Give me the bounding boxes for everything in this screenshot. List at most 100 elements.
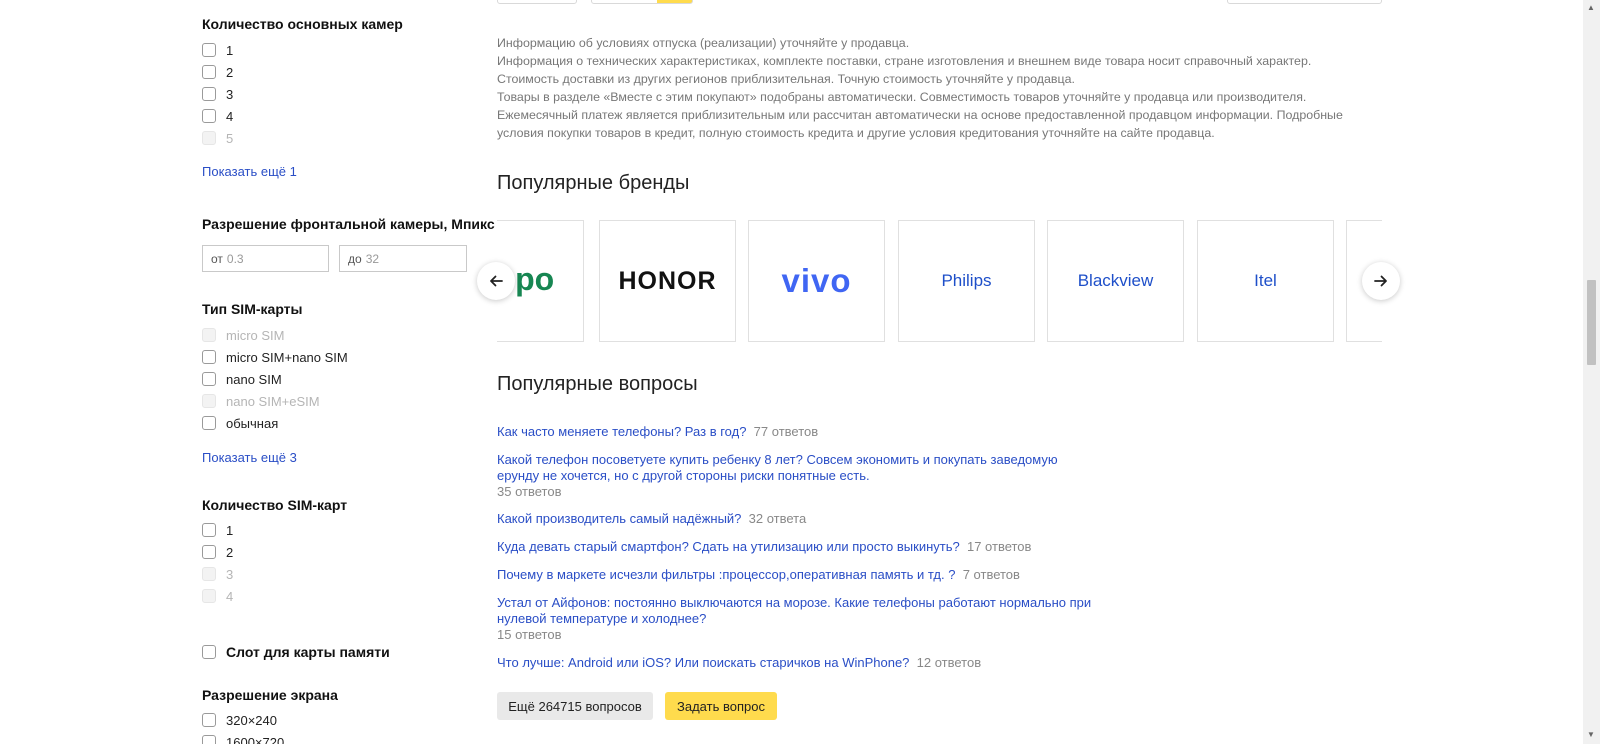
- checkbox-label: 4: [226, 108, 234, 124]
- checkbox-sim-regular[interactable]: обычная: [202, 413, 278, 433]
- checkbox-sim-count-2[interactable]: 2: [202, 542, 233, 562]
- scroll-up-icon[interactable]: ▲: [1587, 4, 1595, 12]
- brands-carousel: oppo HONOR vivo Philips Blackview Itel: [497, 220, 1382, 342]
- answers-count: 35 ответов: [497, 484, 562, 499]
- answers-count: 15 ответов: [497, 627, 562, 642]
- brand-card-itel[interactable]: Itel: [1197, 220, 1334, 342]
- brand-card-vivo[interactable]: vivo: [748, 220, 885, 342]
- question-link[interactable]: Что лучше: Android или iOS? Или поискать…: [497, 655, 909, 670]
- more-questions-button[interactable]: Ещё 264715 вопросов: [497, 692, 653, 720]
- checkbox-sim-nano[interactable]: nano SIM: [202, 369, 282, 389]
- top-control-right[interactable]: [1227, 0, 1382, 4]
- carousel-next-button[interactable]: [1362, 262, 1400, 300]
- checkbox-box[interactable]: [202, 87, 216, 101]
- checkbox-label: 3: [226, 566, 234, 582]
- checkbox-main-cameras-3[interactable]: 3: [202, 84, 233, 104]
- page-scrollbar[interactable]: ▲ ▼: [1583, 0, 1600, 744]
- question-link-continued[interactable]: ерунду не хочется, но с другой стороны р…: [497, 468, 1058, 484]
- question-link[interactable]: Устал от Айфонов: постоянно выключаются …: [497, 595, 1091, 611]
- checkbox-main-cameras-5: 5: [202, 128, 233, 148]
- checkbox-label: 320×240: [226, 712, 277, 728]
- popular-questions-title: Популярные вопросы: [497, 373, 698, 395]
- brand-card-honor[interactable]: HONOR: [599, 220, 736, 342]
- front-camera-to-input[interactable]: до 32: [339, 245, 467, 272]
- checkbox-label: 4: [226, 588, 234, 604]
- checkbox-label: micro SIM: [226, 327, 285, 343]
- checkbox-box[interactable]: [202, 523, 216, 537]
- checkbox-box[interactable]: [202, 713, 216, 727]
- filter-title-sim-type: Тип SIM-карты: [202, 301, 303, 317]
- checkbox-box: [202, 328, 216, 342]
- brand-logo-honor: HONOR: [618, 266, 717, 295]
- checkbox-main-cameras-2[interactable]: 2: [202, 62, 233, 82]
- checkbox-box[interactable]: [202, 43, 216, 57]
- checkbox-main-cameras-1[interactable]: 1: [202, 40, 233, 60]
- checkbox-box: [202, 589, 216, 603]
- checkbox-main-cameras-4[interactable]: 4: [202, 106, 233, 126]
- checkbox-sim-nano-esim: nano SIM+eSIM: [202, 391, 320, 411]
- scrollbar-thumb[interactable]: [1587, 280, 1596, 365]
- front-camera-from-input[interactable]: от 0.3: [202, 245, 329, 272]
- ask-question-button[interactable]: Задать вопрос: [665, 692, 777, 720]
- checkbox-box[interactable]: [202, 735, 216, 744]
- question-link[interactable]: Почему в маркете исчезли фильтры :процес…: [497, 567, 955, 582]
- checkbox-box[interactable]: [202, 372, 216, 386]
- checkbox-label: обычная: [226, 415, 279, 431]
- question-item: Почему в маркете исчезли фильтры :процес…: [497, 567, 1020, 583]
- checkbox-label: Слот для карты памяти: [226, 644, 390, 660]
- disclaimer-line: Товары в разделе «Вместе с этим покупают…: [497, 90, 1307, 104]
- checkbox-box[interactable]: [202, 545, 216, 559]
- checkbox-box[interactable]: [202, 65, 216, 79]
- checkbox-sim-count-3: 3: [202, 564, 233, 584]
- checkbox-sim-micro: micro SIM: [202, 325, 285, 345]
- checkbox-box[interactable]: [202, 350, 216, 364]
- brand-card-philips[interactable]: Philips: [898, 220, 1035, 342]
- range-prefix: от: [211, 251, 223, 266]
- show-more-sim-type-link[interactable]: Показать ещё 3: [202, 450, 297, 465]
- brand-name: Blackview: [1077, 271, 1154, 290]
- brand-card-blackview[interactable]: Blackview: [1047, 220, 1184, 342]
- checkbox-box: [202, 567, 216, 581]
- disclaimer-line: Информация о технических характеристиках…: [497, 54, 1312, 68]
- checkbox-sim-count-4: 4: [202, 586, 233, 606]
- question-item: Как часто меняете телефоны? Раз в год? 7…: [497, 424, 818, 440]
- top-control-left[interactable]: [497, 0, 577, 4]
- checkbox-sim-count-1[interactable]: 1: [202, 520, 233, 540]
- answers-count: 17 ответов: [966, 539, 1032, 554]
- checkbox-label: 1: [226, 522, 234, 538]
- checkbox-box[interactable]: [202, 109, 216, 123]
- checkbox-label: 1600×720: [226, 734, 285, 744]
- checkbox-resolution-320x240[interactable]: 320×240: [202, 710, 277, 730]
- answers-count: 7 ответов: [962, 567, 1020, 582]
- show-more-main-cameras-link[interactable]: Показать ещё 1: [202, 164, 297, 179]
- legal-disclaimer: Информацию об условиях отпуска (реализац…: [497, 34, 1387, 142]
- filter-title-screen-resolution: Разрешение экрана: [202, 687, 338, 703]
- pagination-control[interactable]: [591, 0, 693, 4]
- checkbox-label: nano SIM+eSIM: [226, 393, 320, 409]
- filter-title-main-cameras: Количество основных камер: [202, 16, 403, 32]
- answers-count: 32 ответа: [748, 511, 807, 526]
- scroll-down-icon[interactable]: ▼: [1587, 731, 1595, 739]
- checkbox-box[interactable]: [202, 416, 216, 430]
- checkbox-sim-micro-nano[interactable]: micro SIM+nano SIM: [202, 347, 348, 367]
- arrow-right-icon: [1374, 275, 1387, 287]
- question-link[interactable]: Как часто меняете телефоны? Раз в год?: [497, 424, 746, 439]
- checkbox-resolution-1600x720[interactable]: 1600×720: [202, 732, 284, 744]
- question-link[interactable]: Какой производитель самый надёжный?: [497, 511, 741, 526]
- checkbox-label: 5: [226, 130, 234, 146]
- checkbox-label: 2: [226, 64, 234, 80]
- question-link[interactable]: Какой телефон посоветуете купить ребенку…: [497, 452, 1058, 468]
- range-prefix: до: [348, 251, 362, 266]
- question-item: Какой производитель самый надёжный? 32 о…: [497, 511, 806, 527]
- checkbox-box: [202, 394, 216, 408]
- question-link-continued[interactable]: нулевой температуре и холоднее?: [497, 611, 1091, 627]
- answers-count: 77 ответов: [753, 424, 819, 439]
- checkbox-memory-slot[interactable]: Слот для карты памяти: [202, 642, 390, 662]
- disclaimer-line: Стоимость доставки из других регионов пр…: [497, 72, 1075, 86]
- question-link[interactable]: Куда девать старый смартфон? Сдать на ут…: [497, 539, 960, 554]
- carousel-prev-button[interactable]: [477, 262, 515, 300]
- answers-count: 12 ответов: [916, 655, 982, 670]
- checkbox-label: 1: [226, 42, 234, 58]
- filter-title-sim-count: Количество SIM-карт: [202, 497, 348, 513]
- checkbox-box[interactable]: [202, 645, 216, 659]
